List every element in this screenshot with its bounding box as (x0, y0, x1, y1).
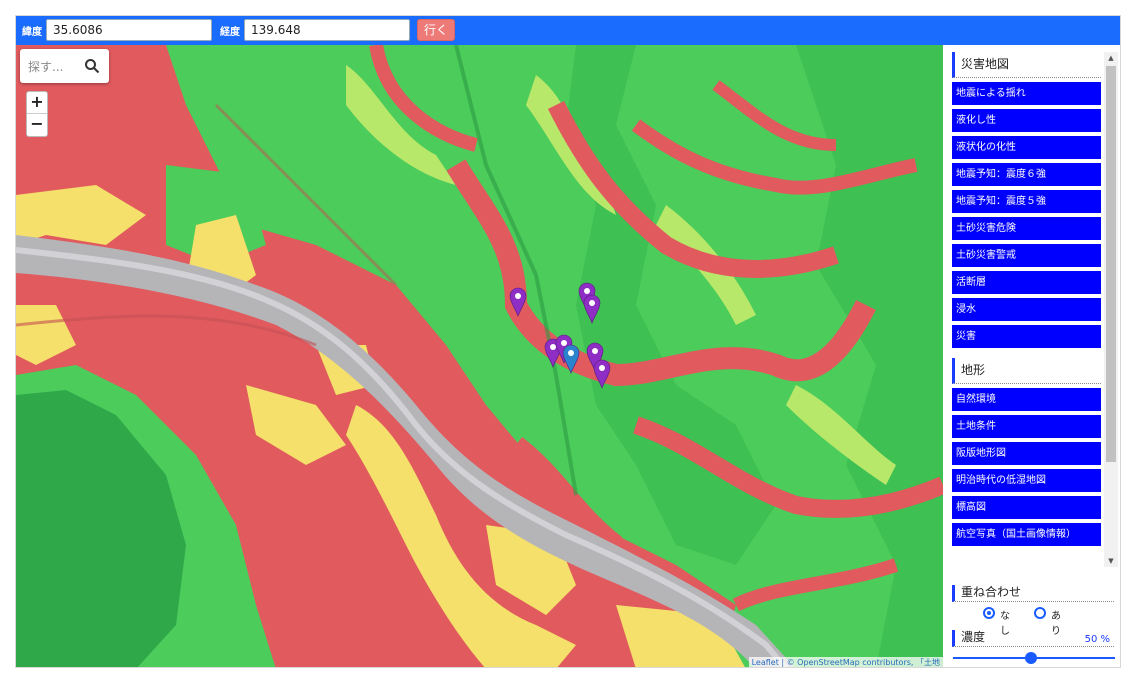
search-placeholder[interactable]: 探す... (28, 58, 63, 75)
section-terrain: 地形 (952, 358, 1101, 384)
overlay-yes-radio[interactable] (1034, 607, 1046, 619)
map-marker-dot (568, 350, 574, 356)
layer-panel: 災害地図 地震による揺れ 液化し性液状化の化性 地震予知：震度６強 地震予知：震度５強… (943, 45, 1120, 667)
layer-button[interactable]: 地震予知：震度５強 (952, 190, 1101, 213)
density-title: 濃度 (961, 630, 986, 644)
map-tiles (16, 45, 943, 667)
layer-button[interactable]: 災害 (952, 325, 1101, 348)
search-icon[interactable] (84, 58, 100, 74)
terrain-list: 自然環境土地条件阪版地形図明治時代の低湿地図 標高図航空写真（国土画像情報） (952, 388, 1101, 546)
map-marker-dot (515, 293, 521, 299)
layer-button[interactable]: 標高図 (952, 496, 1101, 519)
scroll-down-icon[interactable]: ▼ (1104, 555, 1118, 567)
density-slider-thumb[interactable] (1025, 652, 1037, 664)
longitude-input[interactable] (244, 19, 410, 41)
map-marker-dot (584, 288, 590, 294)
zoom-in-button[interactable]: + (27, 92, 47, 114)
search-box[interactable]: 探す... (20, 49, 109, 83)
scroll-up-icon[interactable]: ▲ (1104, 52, 1118, 64)
zoom-out-button[interactable]: − (27, 114, 47, 136)
layer-button[interactable]: 土砂災害危険 (952, 217, 1101, 240)
layer-button[interactable]: 自然環境 (952, 388, 1101, 411)
layer-button[interactable]: 土地条件 (952, 415, 1101, 438)
hazard-map[interactable]: 探す... + − Leaflet | © OpenStreetMap cont… (16, 45, 943, 667)
layer-button[interactable]: 浸水 (952, 298, 1101, 321)
density-heading: 濃度 50 % (952, 630, 1114, 647)
layer-button[interactable]: 明治時代の低湿地図 (952, 469, 1101, 492)
overlay-none-radio[interactable] (983, 607, 995, 619)
map-attribution[interactable]: Leaflet | © OpenStreetMap contributors, … (748, 657, 943, 667)
layer-button[interactable]: 活断層 (952, 271, 1101, 294)
map-marker-dot (550, 344, 556, 350)
layer-button[interactable]: 阪版地形図 (952, 442, 1101, 465)
layer-button[interactable]: 液化し性 (952, 109, 1101, 132)
overlay-heading: 重ね合わせ (952, 585, 1114, 602)
latitude-input[interactable] (46, 19, 212, 41)
zoom-control: + − (26, 91, 48, 137)
section-disaster-maps: 災害地図 (952, 52, 1101, 78)
go-button[interactable]: 行く (417, 19, 455, 41)
layer-button[interactable]: 土砂災害警戒 (952, 244, 1101, 267)
coordinate-bar: 緯度 経度 行く (16, 16, 1120, 45)
map-marker-dot (599, 365, 605, 371)
app-window: 緯度 経度 行く (15, 15, 1121, 668)
longitude-label: 経度 (220, 27, 240, 38)
density-value: 50 % (1084, 634, 1110, 645)
map-marker-dot (589, 300, 595, 306)
map-marker-dot (561, 340, 567, 346)
disaster-map-list: 地震による揺れ 液化し性液状化の化性 地震予知：震度６強 地震予知：震度５強 土砂災害危… (952, 82, 1101, 348)
layer-list-scrollbar[interactable]: ▲ ▼ (1104, 52, 1118, 567)
scroll-thumb[interactable] (1106, 66, 1116, 462)
map-marker-dot (592, 348, 598, 354)
layer-button[interactable]: 地震による揺れ (952, 82, 1101, 105)
layer-list: 災害地図 地震による揺れ 液化し性液状化の化性 地震予知：震度６強 地震予知：震度５強… (952, 52, 1101, 567)
layer-button[interactable]: 地震予知：震度６強 (952, 163, 1101, 186)
latitude-label: 緯度 (22, 27, 42, 38)
layer-button[interactable]: 航空写真（国土画像情報） (952, 523, 1101, 546)
layer-button[interactable]: 液状化の化性 (952, 136, 1101, 159)
